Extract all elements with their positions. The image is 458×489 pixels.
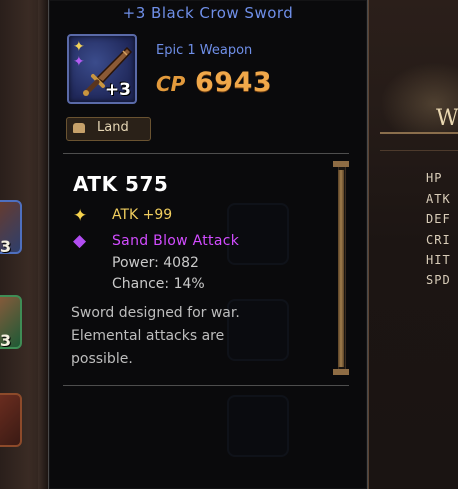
- stat-label-def: DEF: [426, 212, 451, 226]
- gold-star-icon: ✦: [73, 39, 85, 55]
- inventory-item-level: 3: [0, 237, 12, 256]
- scrollbar-cap-top: [333, 161, 349, 167]
- item-type: Epic 1 Weapon: [156, 43, 253, 58]
- cp-label: CP: [156, 72, 186, 96]
- item-enhance-level: +3: [104, 80, 131, 100]
- divider: [63, 385, 349, 386]
- land-label: Land: [97, 120, 129, 135]
- skill-chance: Chance: 14%: [112, 276, 205, 292]
- inventory-item-level: 3: [0, 331, 12, 350]
- emblem-letter: W: [436, 106, 458, 131]
- description-line: Elemental attacks are: [71, 328, 225, 344]
- description-line: possible.: [71, 351, 133, 367]
- inventory-item-slot[interactable]: [0, 393, 22, 447]
- cp-value: 6943: [195, 67, 273, 98]
- scrollbar-cap-bottom: [333, 369, 349, 375]
- main-stat: ATK 575: [73, 172, 169, 196]
- skill-name: Sand Blow Attack: [112, 233, 240, 249]
- land-badge: Land: [66, 117, 151, 141]
- item-title: +3 Black Crow Sword: [122, 4, 294, 22]
- stat-label-hit: HIT: [426, 253, 451, 267]
- stat-label-spd: SPD: [426, 273, 451, 287]
- description-line: Sword designed for war.: [71, 305, 240, 321]
- stat-label-hp: HP: [426, 171, 443, 185]
- scrollbar-thumb[interactable]: [338, 170, 344, 367]
- purple-star-icon: ◆: [73, 231, 87, 251]
- divider: [63, 153, 349, 154]
- purple-star-icon: ✦: [73, 54, 85, 70]
- gold-star-icon: ✦: [73, 206, 88, 226]
- bonus-attribute: ATK +99: [112, 207, 173, 223]
- stat-label-atk: ATK: [426, 192, 451, 206]
- skill-power: Power: 4082: [112, 255, 199, 271]
- item-icon-frame: ✦ ✦ +3: [67, 34, 137, 104]
- land-icon: [73, 123, 85, 133]
- item-tooltip: +3 Black Crow Sword ✦ ✦ +3 Epic 1 Weapon…: [48, 0, 368, 489]
- stat-label-cri: CRI: [426, 233, 451, 247]
- war-emblem: W: [380, 62, 458, 134]
- left-frame: [38, 0, 48, 489]
